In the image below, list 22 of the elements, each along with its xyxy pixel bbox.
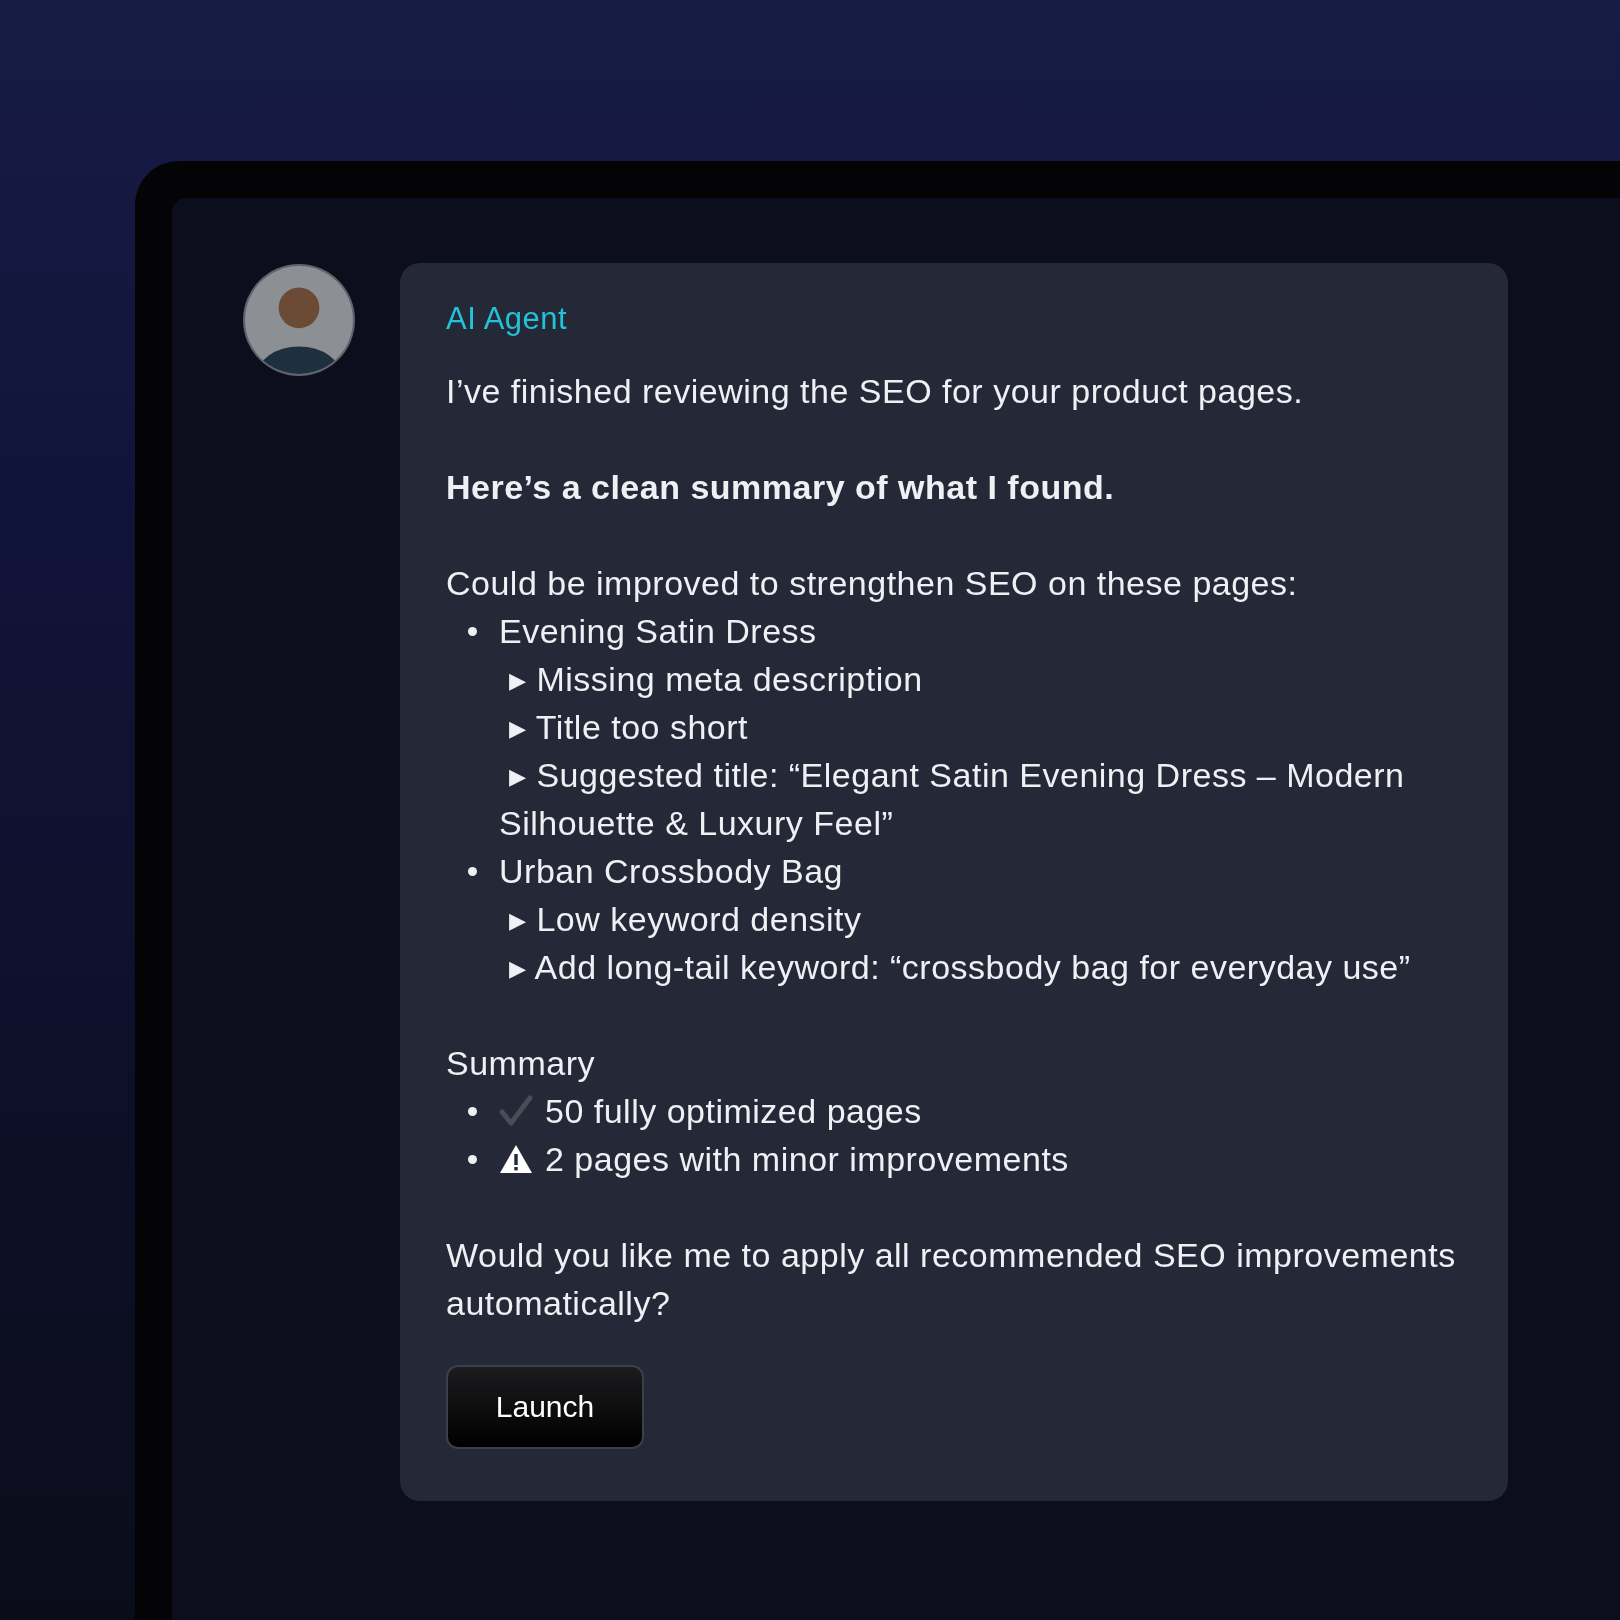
issue-note: ▸ Add long-tail keyword: “crossbody bag for everyday use” — [508, 947, 1412, 988]
issues-heading: Could be improved to strengthen SEO on these pages: — [446, 563, 1299, 604]
issue-note: ▸ Missing meta description — [508, 659, 924, 700]
summary-item: 50 fully optimized pages — [545, 1091, 922, 1132]
launch-button[interactable]: Launch — [446, 1365, 644, 1449]
message-text: I’ve finished reviewing the SEO for your product pages. — [446, 371, 1305, 412]
page-name: Evening Satin Dress — [499, 611, 817, 652]
issue-note: ▸ Suggested title: “Elegant Satin Evening Dress – Modern Silhouette & Luxury Feel” — [499, 755, 1406, 844]
warning-icon — [499, 1143, 533, 1175]
issue-note: ▸ Low keyword density — [508, 899, 863, 940]
bullet-icon — [468, 866, 477, 876]
question-text: Would you like me to apply all recommended SEO improvements automatically? — [446, 1235, 1457, 1324]
bullet-icon — [468, 1154, 477, 1164]
bullet-icon — [468, 1106, 477, 1116]
summary-heading: Here’s a clean summary of what I found. — [446, 467, 1116, 508]
check-icon — [499, 1095, 533, 1127]
summary-title: Summary — [446, 1043, 596, 1084]
summary-item: 2 pages with minor improvements — [545, 1139, 1069, 1180]
bullet-icon — [468, 626, 477, 636]
sender-name: AI Agent — [446, 300, 569, 338]
issue-note: ▸ Title too short — [508, 707, 750, 748]
page-name: Urban Crossbody Bag — [499, 851, 843, 892]
